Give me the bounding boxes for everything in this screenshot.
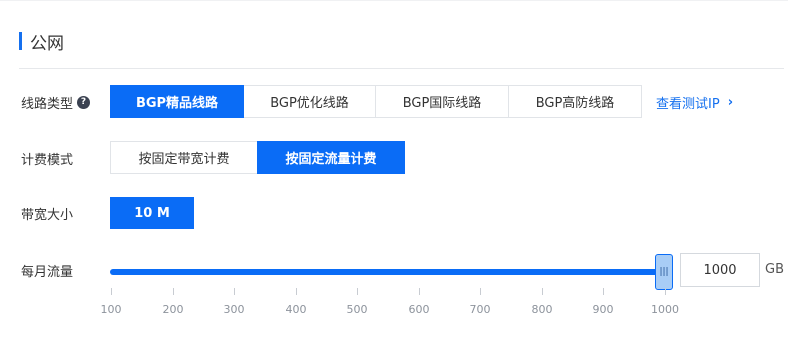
slider-tick-label: 600 [408, 303, 430, 316]
line-type-option-bgp-international[interactable]: BGP国际线路 [375, 85, 509, 118]
slider-tick [173, 288, 174, 295]
slider-tick-label: 200 [162, 303, 184, 316]
line-type-option-bgp-premium[interactable]: BGP精品线路 [110, 85, 244, 118]
slider-tick [665, 288, 666, 295]
billing-label-wrap: 计费模式 [21, 148, 73, 168]
section-divider [19, 68, 784, 69]
slider-tick [480, 288, 481, 295]
billing-option-traffic[interactable]: 按固定流量计费 [257, 141, 405, 174]
slider-tick-label: 500 [346, 303, 368, 316]
traffic-label: 每月流量 [21, 264, 74, 280]
billing-mode-selector: 按固定带宽计费 按固定流量计费 [110, 141, 405, 174]
line-type-selector: BGP精品线路 BGP优化线路 BGP国际线路 BGP高防线路 [110, 85, 642, 118]
section-accent-bar [19, 32, 22, 50]
line-type-option-bgp-ddos[interactable]: BGP高防线路 [508, 85, 642, 118]
test-ip-link[interactable]: 查看测试IP › [656, 92, 733, 112]
test-ip-link-text: 查看测试IP [656, 96, 720, 112]
slider-tick [419, 288, 420, 295]
section-header: 公网 [19, 31, 64, 54]
help-circle-icon[interactable]: ? [77, 95, 91, 109]
drag-grip-icon: ||| [659, 267, 669, 277]
slider-tick-label: 100 [100, 303, 122, 316]
bandwidth-label: 带宽大小 [21, 207, 74, 223]
slider-fill [110, 269, 664, 275]
slider-tick [542, 288, 543, 295]
chevron-right-icon: › [727, 94, 734, 110]
slider-ticks: 100 200 300 400 500 600 700 800 900 1000 [101, 288, 679, 318]
slider-handle[interactable]: ||| [655, 254, 673, 290]
section-title: 公网 [30, 33, 64, 54]
bandwidth-label-wrap: 带宽大小 [21, 203, 73, 223]
slider-tick [357, 288, 358, 295]
line-type-label: 线路类型 [21, 96, 74, 112]
line-type-label-wrap: 线路类型 ? [21, 92, 91, 112]
slider-tick-label: 400 [285, 303, 307, 316]
top-divider [0, 0, 788, 1]
slider-tick [296, 288, 297, 295]
slider-tick-label: 900 [592, 303, 614, 316]
billing-label: 计费模式 [21, 152, 74, 168]
billing-option-bandwidth[interactable]: 按固定带宽计费 [110, 141, 258, 174]
slider-tick [234, 288, 235, 295]
traffic-unit: GB [765, 262, 784, 277]
traffic-slider[interactable]: ||| [110, 254, 673, 290]
slider-tick [111, 288, 112, 295]
slider-tick-label: 300 [223, 303, 245, 316]
slider-tick-label: 1000 [651, 303, 679, 316]
slider-tick-label: 800 [531, 303, 553, 316]
slider-tick-label: 700 [469, 303, 491, 316]
traffic-amount-input[interactable] [680, 253, 760, 287]
line-type-option-bgp-optimized[interactable]: BGP优化线路 [243, 85, 376, 118]
bandwidth-option-10m[interactable]: 10 M [110, 197, 194, 229]
traffic-label-wrap: 每月流量 [21, 260, 73, 280]
slider-tick [603, 288, 604, 295]
